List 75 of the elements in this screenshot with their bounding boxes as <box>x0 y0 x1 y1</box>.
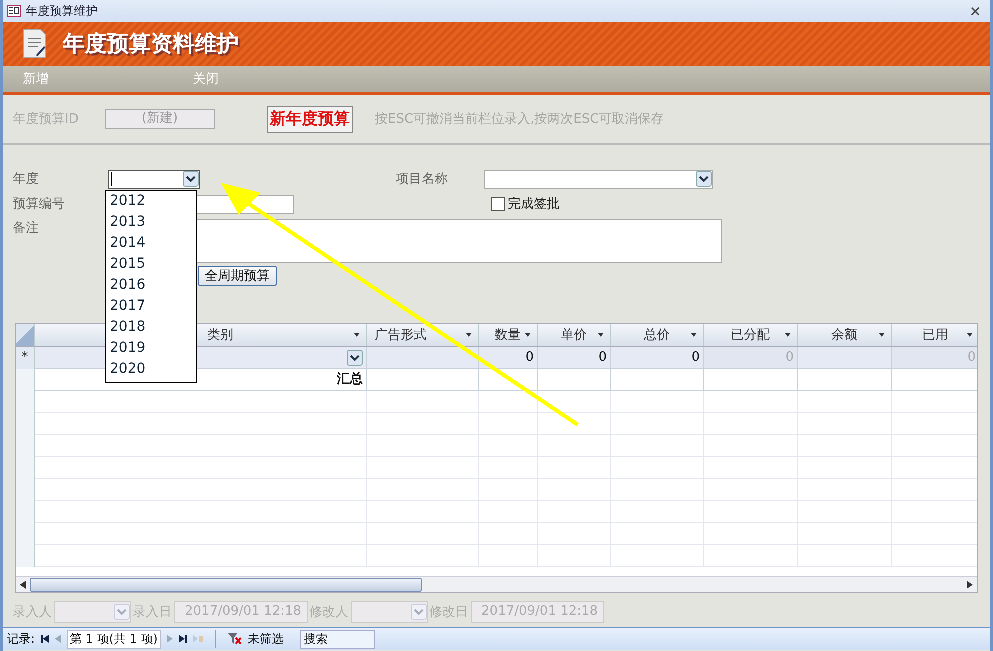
record-position-field[interactable]: 第 1 项(共 1 项) <box>67 630 161 648</box>
field-label: 修改人 <box>310 604 349 621</box>
dropdown-option[interactable]: 2016 <box>106 275 196 296</box>
table-cell: 0 <box>538 347 611 369</box>
sort-icon[interactable] <box>598 333 604 337</box>
table-cell <box>479 391 538 413</box>
dropdown-option[interactable]: 2012 <box>106 191 196 212</box>
dropdown-icon[interactable] <box>347 350 363 366</box>
dropdown-option[interactable]: 2014 <box>106 233 196 254</box>
year-combo[interactable] <box>108 170 200 188</box>
column-header[interactable]: 单价 <box>538 324 611 346</box>
filter-icon[interactable] <box>228 633 242 645</box>
sort-icon[interactable] <box>354 333 360 337</box>
new-record-marker: * <box>16 347 35 369</box>
hint-text: 按ESC可撤消当前栏位录入,按两次ESC可取消保存 <box>375 111 664 128</box>
table-cell: 0 <box>892 347 977 369</box>
horizontal-scrollbar[interactable] <box>16 576 977 592</box>
field-label: 备注 <box>13 220 40 237</box>
table-cell <box>479 457 538 479</box>
column-header[interactable]: 数量 <box>479 324 538 346</box>
sort-icon[interactable] <box>466 333 472 337</box>
dropdown-icon[interactable] <box>183 171 199 187</box>
period-budget-button[interactable]: 全周期预算 <box>198 266 277 286</box>
table-cell <box>479 435 538 457</box>
table-cell: 0 <box>611 347 704 369</box>
field-label: 修改日 <box>430 604 469 621</box>
table-cell <box>479 479 538 501</box>
field-label: 录入日 <box>133 604 172 621</box>
dropdown-icon[interactable] <box>696 171 712 187</box>
close-icon[interactable] <box>971 6 980 16</box>
status-label: 新年度预算 <box>267 106 353 132</box>
window-title: 年度预算维护 <box>26 2 98 20</box>
next-record-icon[interactable] <box>166 635 173 643</box>
checkbox[interactable] <box>491 197 505 211</box>
column-header[interactable]: 广告形式 <box>367 324 479 346</box>
sort-icon[interactable] <box>879 333 885 337</box>
table-cell <box>479 501 538 523</box>
table-cell <box>479 413 538 435</box>
sort-icon[interactable] <box>785 333 791 337</box>
column-header[interactable]: 总价 <box>611 324 704 346</box>
table-cell <box>479 545 538 567</box>
select-all-corner[interactable] <box>16 324 35 346</box>
field-label: 预算编号 <box>13 196 66 213</box>
form-icon <box>7 5 21 17</box>
row-selector[interactable] <box>16 545 35 567</box>
previous-record-icon[interactable] <box>55 635 62 643</box>
field-label: 年度预算ID <box>13 111 80 128</box>
field-label: 录入人 <box>13 604 52 621</box>
form-title: 年度预算资料维护 <box>63 30 239 59</box>
nav-label: 记录: <box>7 630 36 648</box>
sort-icon[interactable] <box>967 333 973 337</box>
field-label: 年度 <box>13 171 40 188</box>
scroll-right-icon[interactable] <box>967 580 973 588</box>
filter-status[interactable]: 未筛选 <box>248 630 284 648</box>
scroll-left-icon[interactable] <box>20 580 26 588</box>
dropdown-option[interactable]: 2015 <box>106 254 196 275</box>
document-icon <box>23 29 47 59</box>
column-header[interactable]: 已用 <box>892 324 977 346</box>
sort-icon[interactable] <box>525 333 531 337</box>
field-label: 项目名称 <box>396 171 449 188</box>
dropdown-option[interactable]: 2013 <box>106 212 196 233</box>
search-field[interactable]: 搜索 <box>300 630 375 648</box>
table-cell: 0 <box>479 347 538 369</box>
table-cell <box>479 369 538 391</box>
last-record-icon[interactable] <box>178 635 187 643</box>
checkbox-label: 完成签批 <box>508 196 560 213</box>
dropdown-option[interactable]: 2017 <box>106 296 196 317</box>
column-header[interactable]: 余额 <box>798 324 892 346</box>
table-cell <box>479 523 538 545</box>
first-record-icon[interactable] <box>41 635 50 643</box>
scroll-thumb[interactable] <box>30 578 422 592</box>
table-cell: 0 <box>704 347 798 369</box>
sort-icon[interactable] <box>691 333 697 337</box>
row-selector[interactable] <box>16 369 35 391</box>
column-header[interactable]: 已分配 <box>704 324 798 346</box>
